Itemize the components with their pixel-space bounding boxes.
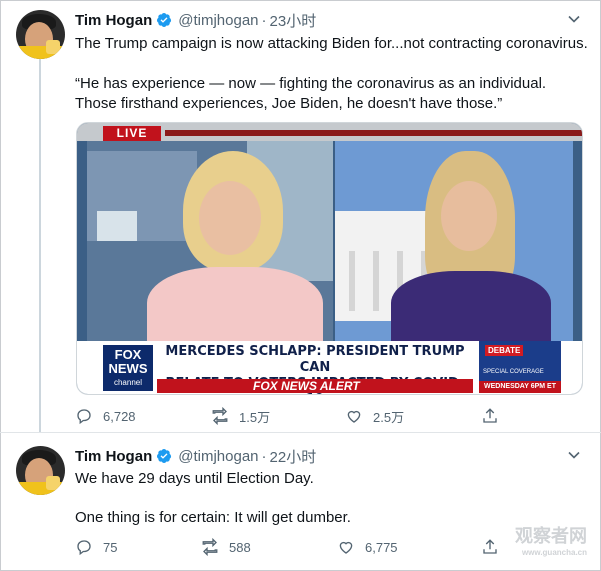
verified-badge-icon — [157, 449, 172, 463]
like-button[interactable]: 2.5万 — [345, 406, 404, 426]
fox-news-alert-bar: FOX NEWS ALERT — [157, 379, 473, 393]
user-handle[interactable]: @timjhogan — [178, 12, 258, 29]
tweet-text-line: The Trump campaign is now attacking Bide… — [75, 35, 588, 52]
display-name[interactable]: Tim Hogan — [75, 448, 152, 465]
caret-down-icon[interactable] — [567, 448, 581, 462]
share-icon — [483, 408, 497, 423]
timestamp[interactable]: 22小时 — [270, 446, 317, 467]
avatar[interactable] — [16, 446, 65, 495]
tweet-text-line: Those firsthand experiences, Joe Biden, … — [75, 95, 503, 112]
caret-down-icon[interactable] — [567, 12, 581, 26]
live-badge: LIVE — [103, 126, 161, 141]
tweet-text-line: “He has experience — now — fighting the … — [75, 75, 547, 92]
share-button[interactable] — [481, 406, 499, 426]
tweet-header: Tim Hogan @timjhogan · 23小时 — [75, 10, 316, 30]
like-icon — [339, 541, 353, 554]
chyron: FOX NEWS channel MERCEDES SCHLAPP: PRESI… — [77, 341, 582, 394]
like-icon — [347, 410, 361, 423]
like-count: 6,775 — [365, 539, 398, 555]
guest-video-pane — [335, 141, 573, 341]
debate-promo: DEBATE SPECIAL COVERAGE WEDNESDAY 6PM ET — [479, 341, 561, 393]
tweet-actions: 75 588 6,775 — [75, 537, 575, 557]
user-handle[interactable]: @timjhogan — [178, 448, 258, 465]
tweet-text-line: One thing is for certain: It will get du… — [75, 509, 351, 526]
broadcast-red-strip — [165, 130, 582, 136]
retweet-count: 588 — [229, 539, 251, 555]
chyron-headline: MERCEDES SCHLAPP: PRESIDENT TRUMP CAN RE… — [165, 344, 465, 394]
retweet-icon — [202, 538, 218, 556]
tweet-1[interactable]: Tim Hogan @timjhogan · 23小时 The Trump ca… — [0, 0, 601, 432]
share-button[interactable] — [481, 537, 499, 557]
avatar[interactable] — [16, 10, 65, 59]
display-name[interactable]: Tim Hogan — [75, 12, 152, 29]
retweet-button[interactable]: 588 — [201, 537, 251, 557]
guancha-watermark: 观察者网 www.guancha.cn — [515, 526, 587, 557]
tweet-actions: 6,728 1.5万 2.5万 — [75, 406, 575, 426]
separator-dot: · — [261, 11, 267, 29]
verified-badge-icon — [157, 13, 172, 27]
share-icon — [483, 539, 497, 554]
reply-icon — [77, 540, 91, 556]
tweet-text-line: We have 29 days until Election Day. — [75, 470, 314, 487]
like-count: 2.5万 — [373, 409, 405, 425]
fox-news-logo: FOX NEWS channel — [103, 345, 153, 391]
reply-count: 6,728 — [103, 408, 136, 424]
tweet-header: Tim Hogan @timjhogan · 22小时 — [75, 446, 316, 466]
reply-button[interactable]: 75 — [75, 537, 117, 557]
retweet-count: 1.5万 — [239, 409, 271, 425]
like-button[interactable]: 6,775 — [337, 537, 398, 557]
anchor-video-pane — [87, 141, 333, 341]
reply-icon — [77, 409, 91, 425]
reply-button[interactable]: 6,728 — [75, 406, 136, 426]
separator-dot: · — [261, 447, 267, 465]
video-media[interactable]: LIVE FOX NEWS channel MERCEDES SCHLAPP: … — [76, 122, 583, 395]
tweet-2[interactable]: Tim Hogan @timjhogan · 22小时 We have 29 d… — [0, 432, 601, 571]
retweet-icon — [212, 407, 228, 425]
reply-count: 75 — [103, 539, 118, 555]
retweet-button[interactable]: 1.5万 — [211, 406, 270, 426]
timestamp[interactable]: 23小时 — [270, 10, 317, 31]
